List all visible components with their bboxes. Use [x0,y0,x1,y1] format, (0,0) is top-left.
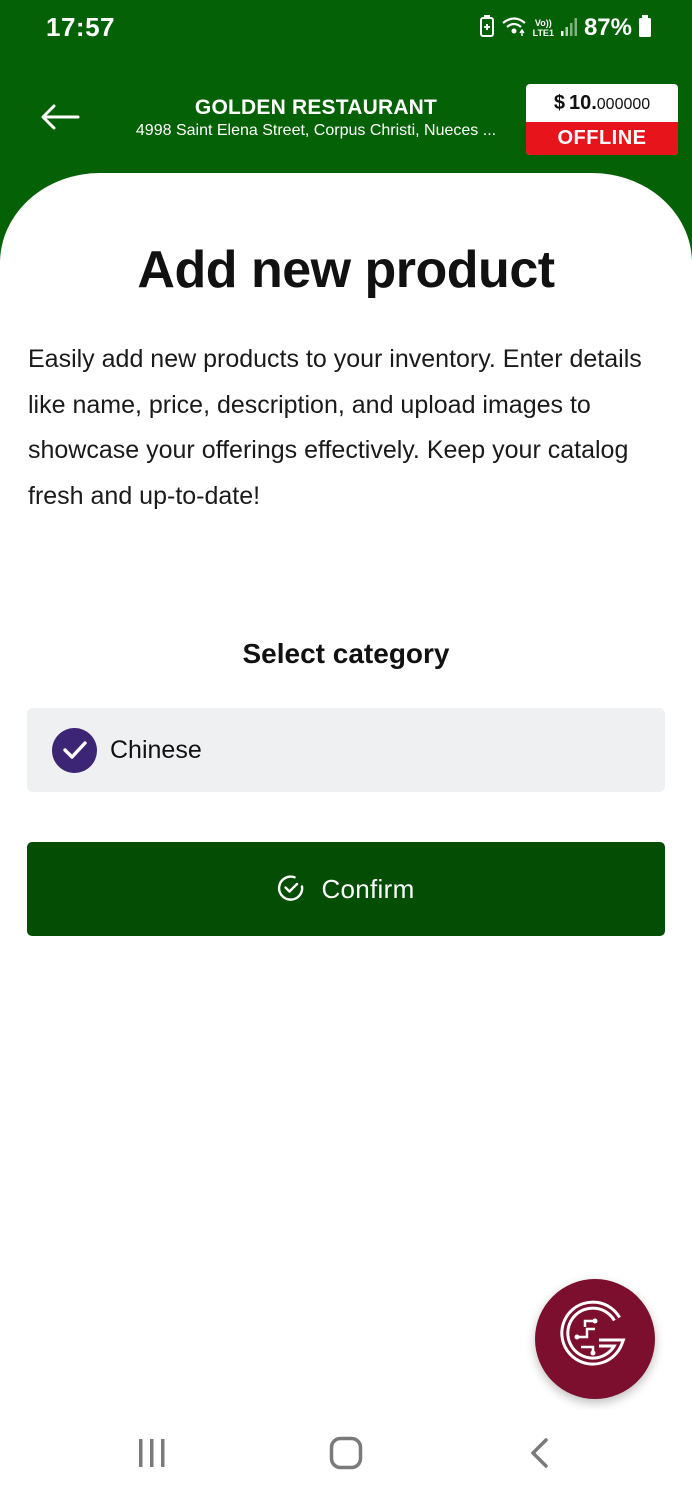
signal-icon [560,15,578,42]
battery-percent: 87% [583,14,632,41]
balance-amount: $ 10. 000000 [526,84,678,122]
volte-label: Vo)) [534,18,552,28]
lte-label: LTE1 [532,28,554,38]
check-circle-icon [277,874,305,905]
battery-saver-icon [479,14,495,43]
checkmark-icon [52,727,97,773]
confirm-label: Confirm [321,873,415,904]
balance-currency: $ [553,91,565,114]
balance-status-box[interactable]: $ 10. 000000 OFFLINE [526,84,678,155]
category-label: Chinese [110,735,202,764]
offline-status-badge: OFFLINE [526,122,678,155]
home-icon [329,1436,363,1475]
page-description: Easily add new products to your inventor… [28,345,642,510]
restaurant-address: 4998 Saint Elena Street, Corpus Christi,… [135,122,497,139]
status-icons: Vo)) LTE1 87% [479,12,652,44]
confirm-button[interactable]: Confirm [27,842,665,936]
restaurant-name: GOLDEN RESTAURANT [194,96,438,119]
system-nav-bar [0,1410,692,1500]
balance-fraction: 000000 [596,95,651,113]
nav-back-icon [528,1437,552,1474]
back-button[interactable] [36,98,84,140]
brand-g-logo-icon [555,1297,635,1382]
screen: 17:57 Vo)) LTE1 87% GOLDEN RESTAURANT 49… [0,0,692,1500]
status-bar: 17:57 Vo)) LTE1 87% [0,0,692,56]
network-type-label: Vo)) LTE1 [533,18,554,38]
select-category-label: Select category [242,638,450,669]
recent-apps-button[interactable] [122,1430,182,1480]
balance-whole: 10. [568,91,597,114]
page-title: Add new product [137,241,555,299]
nav-back-button[interactable] [510,1430,570,1480]
status-time: 17:57 [46,12,115,42]
category-option-chinese[interactable]: Chinese [27,708,665,792]
brand-fab-button[interactable] [535,1279,655,1399]
home-button[interactable] [316,1430,376,1480]
back-arrow-icon [40,104,80,135]
wifi-icon [501,15,527,42]
battery-icon [638,14,652,43]
restaurant-info: GOLDEN RESTAURANT 4998 Saint Elena Stree… [100,95,532,141]
recent-apps-icon [136,1437,168,1474]
